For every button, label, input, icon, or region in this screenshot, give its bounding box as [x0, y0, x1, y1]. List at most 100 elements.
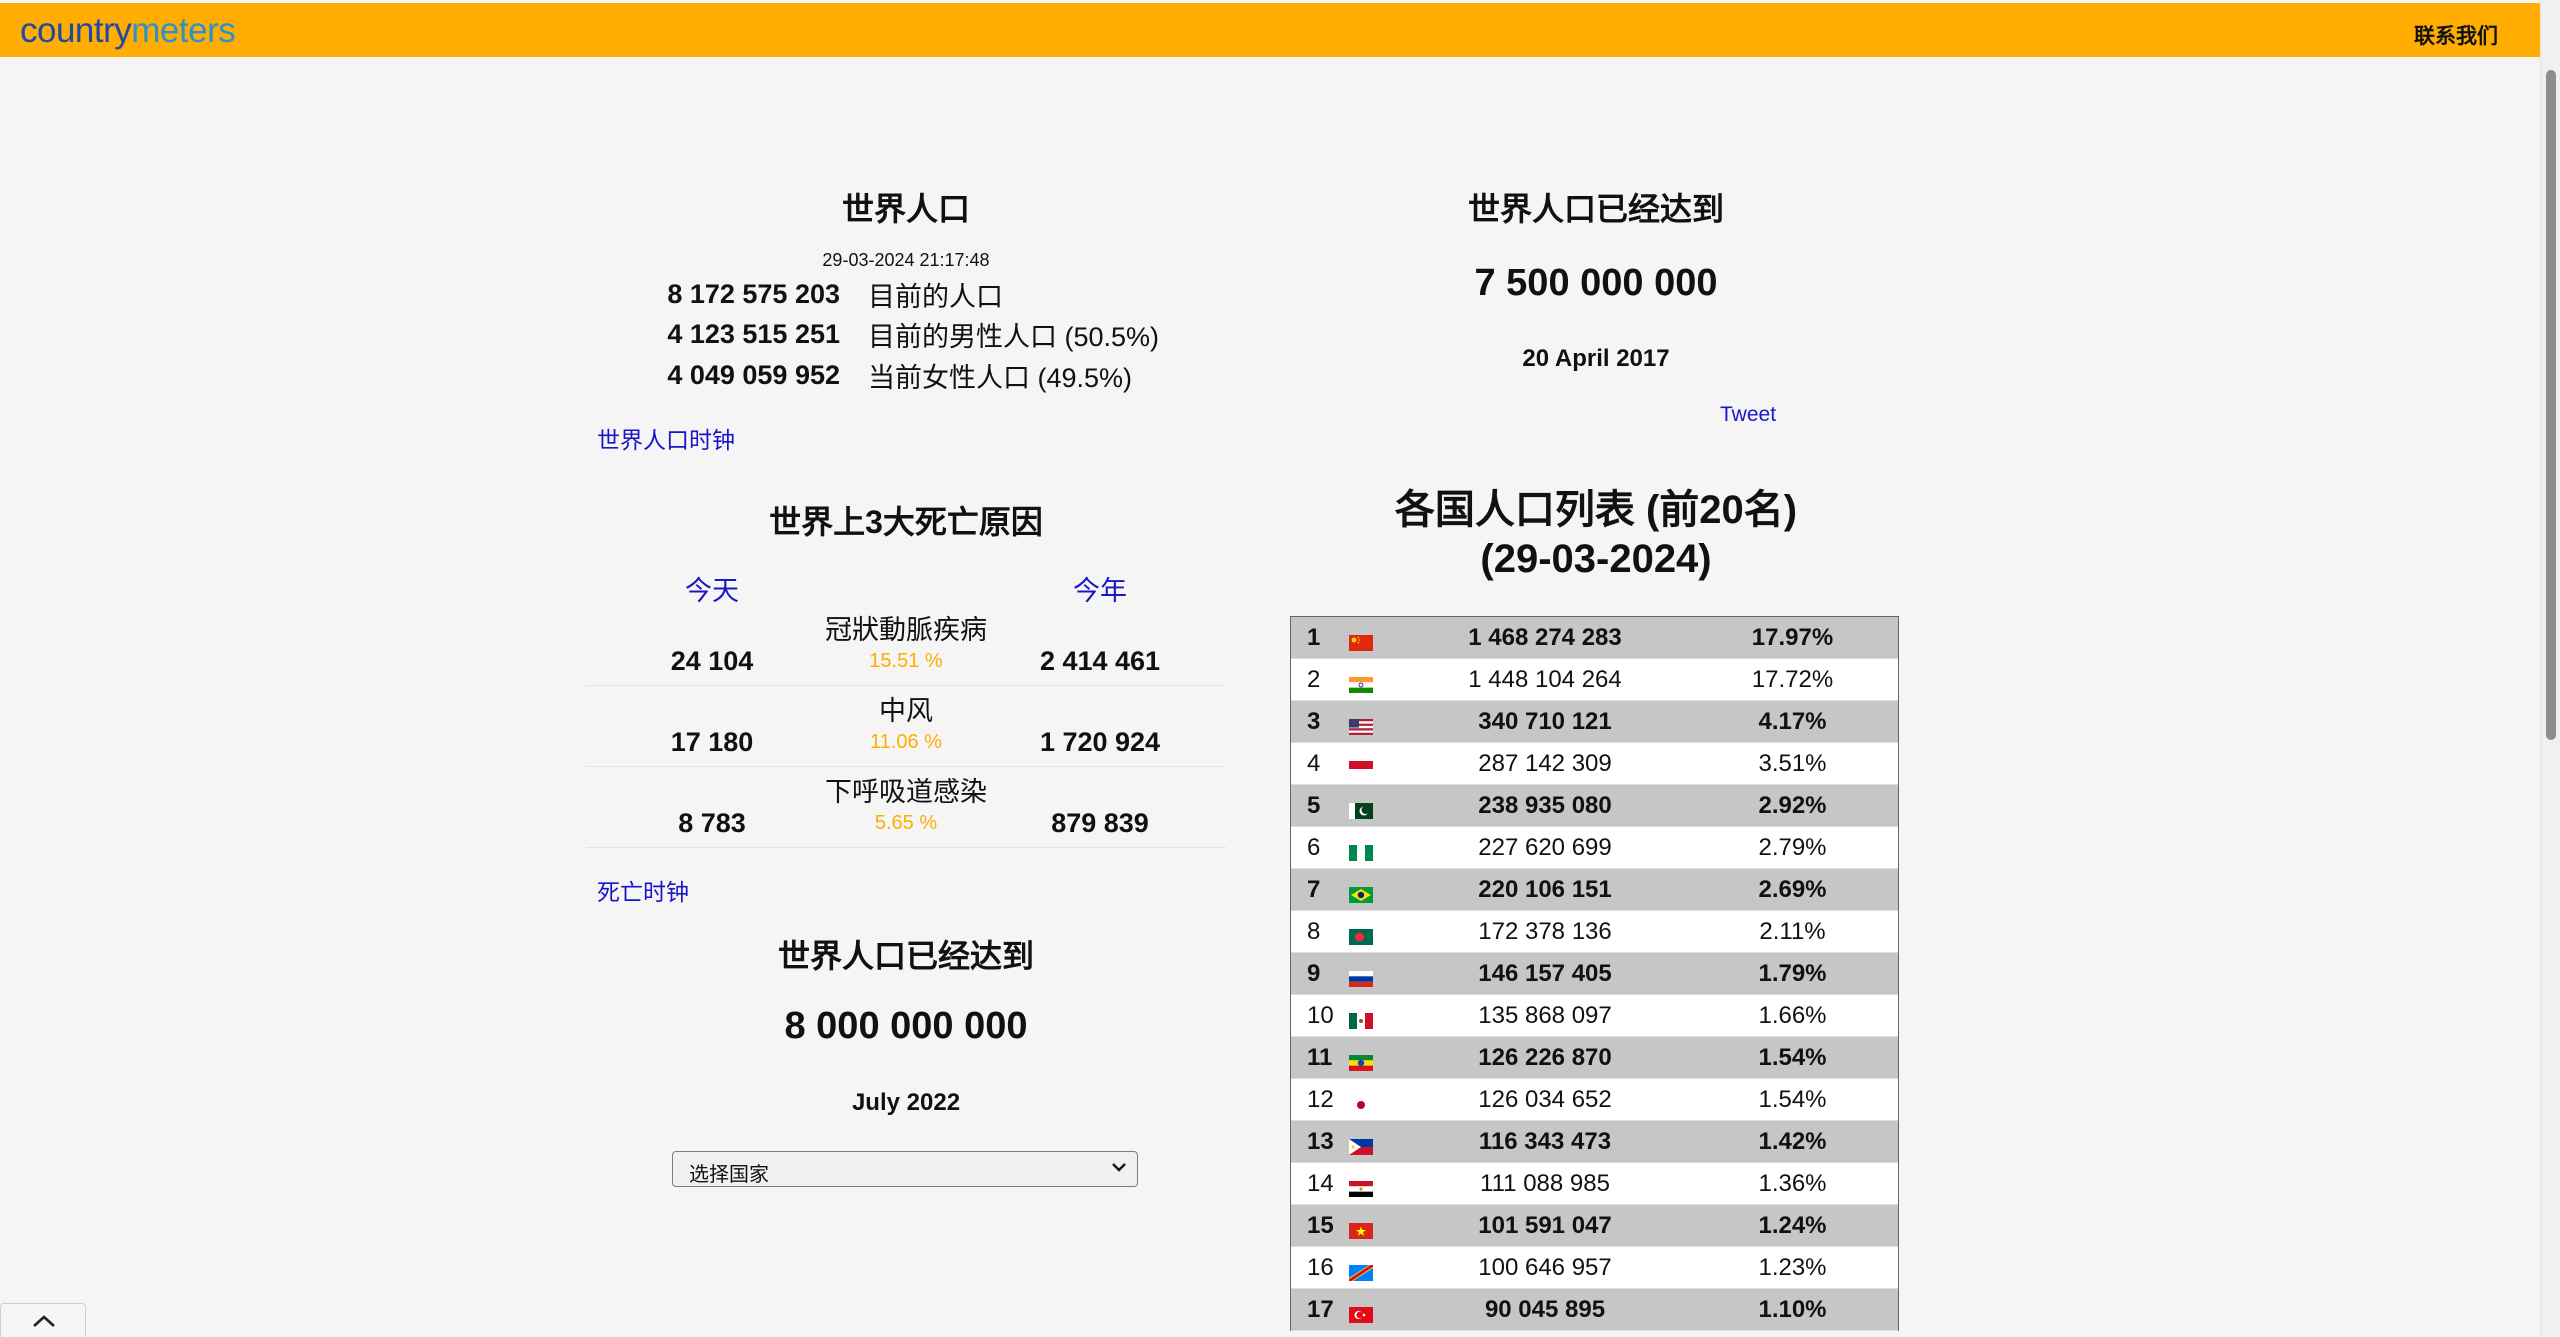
indonesia-flag-icon	[1349, 756, 1373, 777]
row-population: 146 157 405	[1478, 959, 1612, 987]
table-row[interactable]: 13 116 343 473 1.42%	[1291, 1121, 1898, 1163]
male-population-row: 4 123 515 251 目前的男性人口 (50.5%)	[640, 314, 1159, 354]
row-share: 17.97%	[1751, 623, 1834, 651]
row-rank: 14	[1307, 1169, 1334, 1197]
scrollbar-thumb[interactable]	[2546, 70, 2556, 740]
country-list-title-line2: (29-03-2024)	[1480, 537, 1712, 581]
row-population: 227 620 699	[1478, 833, 1612, 861]
table-row[interactable]: 16 100 646 957 1.23%	[1291, 1247, 1898, 1289]
table-row[interactable]: 7 220 106 151 2.69%	[1291, 869, 1898, 911]
philippines-flag-icon	[1349, 1134, 1373, 1155]
death-cause-name: 冠狀動脈疾病	[825, 615, 987, 645]
row-population: 1 468 274 283	[1468, 623, 1622, 651]
japan-flag-icon	[1349, 1092, 1373, 1113]
tweet-link[interactable]: Tweet	[1720, 403, 1776, 427]
table-row[interactable]: 6 227 620 699 2.79%	[1291, 827, 1898, 869]
current-population-value: 8 172 575 203	[667, 278, 840, 309]
ethiopia-flag-icon	[1349, 1050, 1373, 1071]
row-rank: 12	[1307, 1085, 1334, 1113]
current-population-row: 8 172 575 203 目前的人口	[640, 274, 1003, 314]
row-share: 17.72%	[1751, 665, 1834, 693]
table-row[interactable]: 12 126 034 652 1.54%	[1291, 1079, 1898, 1121]
table-row[interactable]: 15 101 591 047 1.24%	[1291, 1205, 1898, 1247]
row-share: 1.79%	[1758, 959, 1827, 987]
table-row[interactable]: 8 172 378 136 2.11%	[1291, 911, 1898, 953]
row-share: 3.51%	[1758, 749, 1827, 777]
row-population: 111 088 985	[1480, 1169, 1610, 1197]
row-population: 126 226 870	[1478, 1043, 1612, 1071]
death-cause-percent: 11.06 %	[870, 731, 942, 753]
table-row[interactable]: 11 126 226 870 1.54%	[1291, 1037, 1898, 1079]
female-population-row: 4 049 059 952 当前女性人口 (49.5%)	[640, 355, 1132, 395]
table-row[interactable]: 1 1 468 274 283 17.97%	[1291, 617, 1898, 659]
table-row[interactable]: 14 111 088 985 1.36%	[1291, 1163, 1898, 1205]
table-row[interactable]: 2 1 448 104 264 17.72%	[1291, 659, 1898, 701]
table-row[interactable]: 9 146 157 405 1.79%	[1291, 953, 1898, 995]
contact-link[interactable]: 联系我们	[2414, 20, 2498, 50]
death-clock-link[interactable]: 死亡时钟	[597, 873, 689, 907]
row-share: 1.66%	[1758, 1001, 1827, 1029]
female-population-value: 4 049 059 952	[667, 359, 840, 390]
population-clock-link[interactable]: 世界人口时钟	[597, 421, 735, 455]
usa-flag-icon	[1349, 714, 1373, 735]
row-population: 220 106 151	[1478, 875, 1612, 903]
country-select[interactable]: 选择国家	[672, 1151, 1138, 1187]
table-row[interactable]: 10 135 868 097 1.66%	[1291, 995, 1898, 1037]
row-share: 1.36%	[1758, 1169, 1827, 1197]
death-cause-year: 879 839	[1051, 808, 1149, 838]
death-cause-percent: 5.65 %	[874, 812, 938, 834]
row-share: 1.23%	[1758, 1253, 1827, 1281]
row-share: 2.69%	[1758, 875, 1827, 903]
row-rank: 7	[1307, 875, 1321, 903]
milestone-date: July 2022	[851, 1089, 961, 1116]
death-cause-today: 17 180	[670, 727, 754, 757]
row-population: 126 034 652	[1478, 1085, 1612, 1113]
bangladesh-flag-icon	[1349, 924, 1373, 945]
row-share: 1.24%	[1758, 1211, 1827, 1239]
row-rank: 10	[1307, 1001, 1334, 1029]
row-rank: 11	[1307, 1043, 1333, 1071]
row-population: 238 935 080	[1478, 791, 1612, 819]
row-share: 2.79%	[1758, 833, 1827, 861]
death-col-today[interactable]: 今天	[586, 569, 838, 608]
table-row[interactable]: 4 287 142 309 3.51%	[1291, 743, 1898, 785]
row-rank: 9	[1307, 959, 1321, 987]
row-population: 340 710 121	[1478, 707, 1612, 735]
death-cause-today: 24 104	[670, 646, 754, 676]
table-row[interactable]: 17 90 045 895 1.10%	[1291, 1289, 1898, 1331]
death-cause-year: 2 414 461	[1039, 646, 1161, 676]
row-rank: 16	[1307, 1253, 1334, 1281]
drcongo-flag-icon	[1349, 1260, 1373, 1281]
row-population: 90 045 895	[1484, 1295, 1606, 1323]
row-rank: 1	[1307, 623, 1321, 651]
row-population: 101 591 047	[1478, 1211, 1612, 1239]
row-population: 172 378 136	[1478, 917, 1612, 945]
row-rank: 8	[1307, 917, 1321, 945]
site-logo[interactable]: countrymeters	[20, 11, 236, 50]
row-share: 1.10%	[1758, 1295, 1827, 1323]
pakistan-flag-icon	[1349, 798, 1373, 819]
death-col-year[interactable]: 今年	[974, 569, 1226, 608]
population-timestamp: 29-03-2024 21:17:48	[822, 250, 990, 270]
female-population-label: 当前女性人口 (49.5%)	[868, 362, 1133, 393]
table-row[interactable]: 3 340 710 121 4.17%	[1291, 701, 1898, 743]
scroll-to-top-button[interactable]	[0, 1303, 86, 1337]
mexico-flag-icon	[1349, 1008, 1373, 1029]
logo-part-country: country	[20, 11, 132, 50]
row-share: 4.17%	[1758, 707, 1827, 735]
row-rank: 15	[1307, 1211, 1334, 1239]
india-flag-icon	[1349, 672, 1373, 693]
table-row[interactable]: 5 238 935 080 2.92%	[1291, 785, 1898, 827]
row-share: 1.54%	[1758, 1043, 1827, 1071]
logo-part-meters: meters	[131, 11, 236, 50]
row-rank: 6	[1307, 833, 1321, 861]
china-flag-icon	[1349, 630, 1373, 651]
row-rank: 3	[1307, 707, 1321, 735]
vertical-scrollbar[interactable]	[2540, 0, 2560, 1337]
row-rank: 17	[1307, 1295, 1334, 1323]
milestone-right-date: 20 April 2017	[1522, 345, 1670, 372]
chevron-down-icon	[1111, 1156, 1127, 1184]
milestone-value: 8 000 000 000	[784, 1005, 1028, 1047]
row-share: 1.54%	[1758, 1085, 1827, 1113]
row-rank: 5	[1307, 791, 1321, 819]
